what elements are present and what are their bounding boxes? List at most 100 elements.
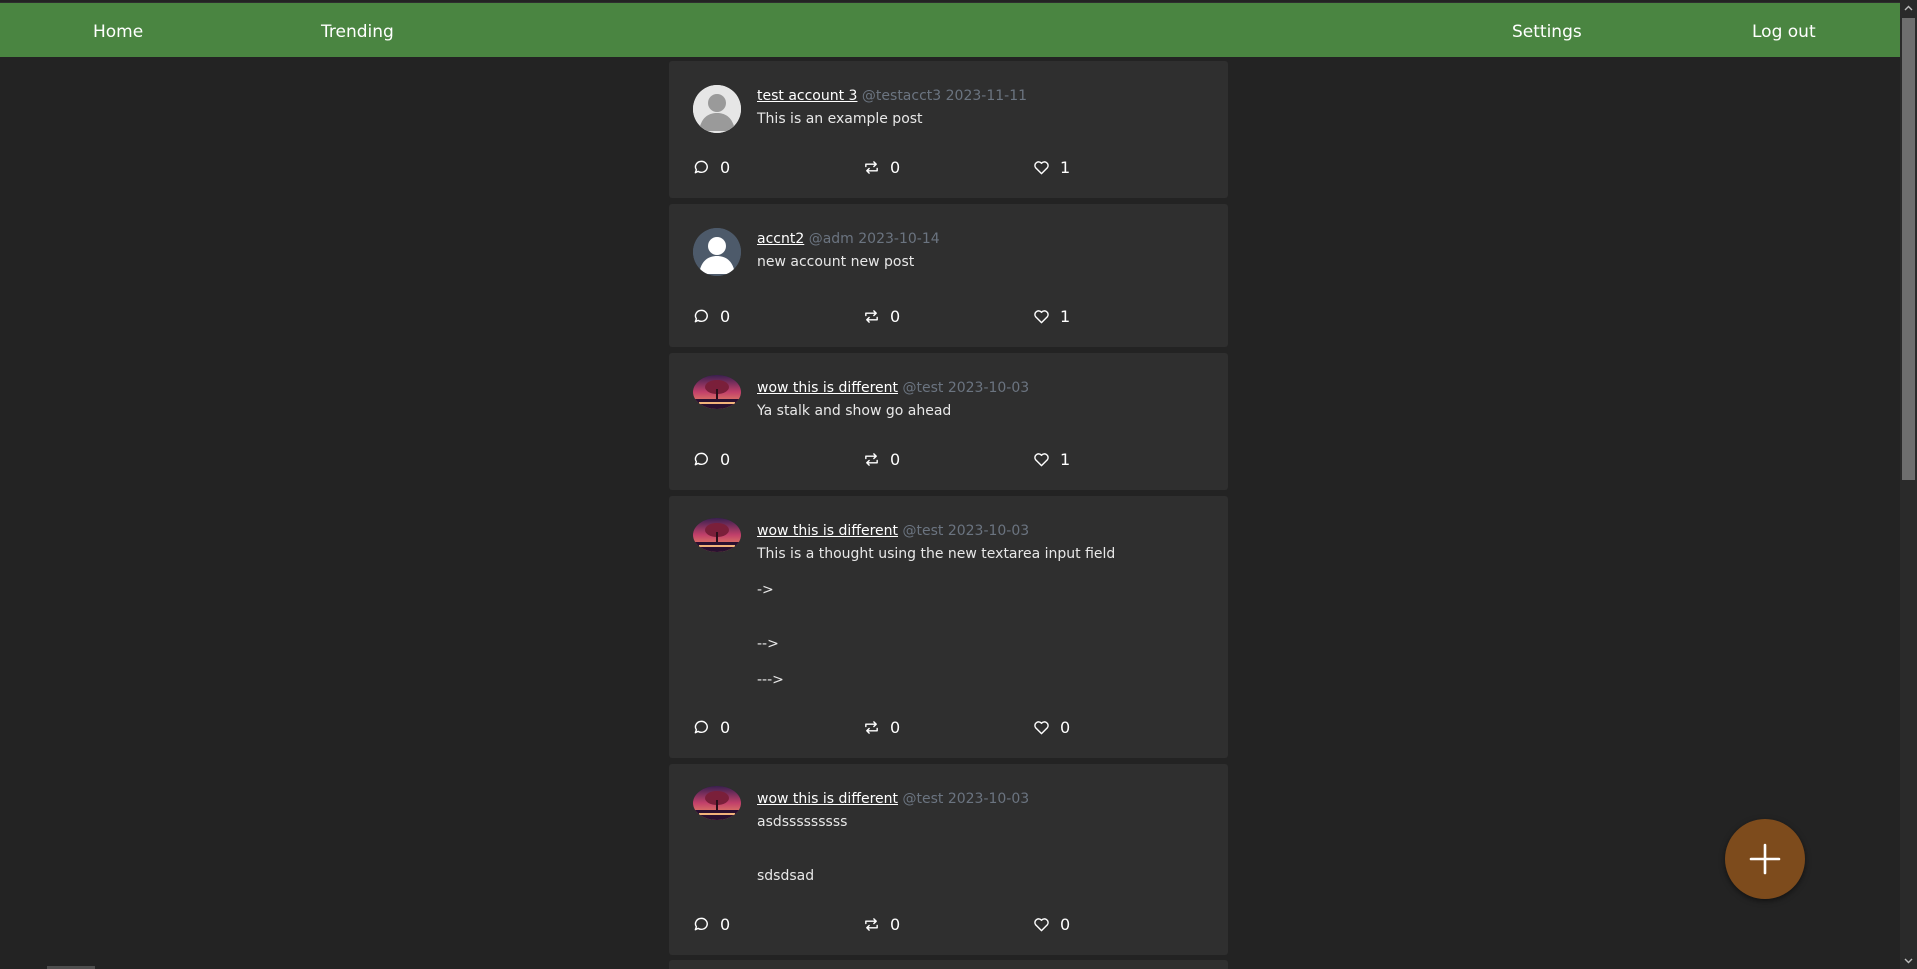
post-header: wow this is different @test 2023-10-03: [757, 522, 1029, 540]
post-date: 2023-10-03: [947, 791, 1030, 807]
post-handle: @test: [902, 791, 944, 807]
repost-icon: [865, 917, 878, 931]
post-header: accnt2 @adm 2023-10-14: [757, 230, 940, 248]
like-count: 1: [1060, 449, 1071, 469]
scroll-up-arrow-icon[interactable]: [1904, 4, 1913, 13]
repost-icon: [865, 452, 878, 466]
comment-count: 0: [720, 914, 731, 934]
scroll-down-arrow-icon[interactable]: [1904, 956, 1913, 965]
post-header: wow this is different @test 2023-10-03: [757, 790, 1029, 808]
post-card: accnt2 @adm 2023-10-14 new account new p…: [669, 204, 1228, 347]
repost-count: 0: [890, 157, 901, 177]
post-actions: 0 0 0: [693, 716, 1213, 738]
like-button[interactable]: 1: [1033, 448, 1070, 470]
comment-icon: [694, 720, 708, 733]
user-avatar[interactable]: [693, 786, 741, 820]
sunset-tree-avatar-image: [693, 375, 741, 409]
repost-count: 0: [890, 914, 901, 934]
comment-icon: [694, 160, 708, 173]
like-button[interactable]: 1: [1033, 305, 1070, 327]
nav-home-link[interactable]: Home: [93, 22, 143, 42]
next-post-card-edge: [669, 960, 1228, 969]
repost-button[interactable]: 0: [863, 716, 900, 738]
post-actions: 0 0 1: [693, 156, 1213, 178]
like-button[interactable]: 0: [1033, 913, 1070, 935]
post-header: wow this is different @test 2023-10-03: [757, 379, 1029, 397]
post-body: This is a thought using the new textarea…: [757, 546, 1116, 688]
user-avatar[interactable]: [693, 375, 741, 409]
repost-icon: [865, 309, 878, 323]
comment-button[interactable]: 0: [693, 156, 730, 178]
default-user-icon: [693, 85, 741, 133]
scrollbar-thumb[interactable]: [1902, 18, 1915, 480]
post-card: test account 3 @testacct3 2023-11-11 Thi…: [669, 61, 1228, 198]
like-count: 0: [1060, 914, 1071, 934]
post-body: new account new post: [757, 254, 915, 270]
comment-count: 0: [720, 157, 731, 177]
post-author-link[interactable]: wow this is different: [757, 523, 898, 539]
heart-icon: [1034, 917, 1049, 931]
comment-button[interactable]: 0: [693, 716, 730, 738]
new-post-button[interactable]: [1725, 819, 1805, 899]
post-body: asdsssssssss sdsdsad: [757, 814, 848, 884]
sunset-tree-avatar-image: [693, 786, 741, 820]
repost-icon: [865, 720, 878, 734]
repost-count: 0: [890, 449, 901, 469]
post-date: 2023-10-03: [947, 523, 1030, 539]
post-actions: 0 0 0: [693, 913, 1213, 935]
default-user-icon: [693, 228, 741, 276]
like-count: 1: [1060, 157, 1071, 177]
comment-icon: [694, 309, 708, 322]
heart-icon: [1034, 309, 1049, 323]
post-handle: @testacct3: [861, 88, 942, 104]
repost-button[interactable]: 0: [863, 448, 900, 470]
comment-button[interactable]: 0: [693, 305, 730, 327]
post-author-link[interactable]: wow this is different: [757, 380, 898, 396]
user-avatar[interactable]: [693, 85, 741, 133]
post-feed: test account 3 @testacct3 2023-11-11 Thi…: [669, 61, 1228, 961]
repost-button[interactable]: 0: [863, 156, 900, 178]
heart-icon: [1034, 452, 1049, 466]
post-handle: @adm: [808, 231, 854, 247]
comment-button[interactable]: 0: [693, 913, 730, 935]
nav-trending-link[interactable]: Trending: [321, 22, 394, 42]
post-body: This is an example post: [757, 111, 923, 127]
post-author-link[interactable]: wow this is different: [757, 791, 898, 807]
user-avatar[interactable]: [693, 228, 741, 276]
repost-icon: [865, 160, 878, 174]
post-author-link[interactable]: accnt2: [757, 231, 804, 247]
post-card: wow this is different @test 2023-10-03 a…: [669, 764, 1228, 955]
like-button[interactable]: 1: [1033, 156, 1070, 178]
like-button[interactable]: 0: [1033, 716, 1070, 738]
post-actions: 0 0 1: [693, 448, 1213, 470]
like-count: 0: [1060, 717, 1071, 737]
sunset-tree-avatar-image: [693, 518, 741, 552]
post-handle: @test: [902, 380, 944, 396]
comment-icon: [694, 452, 708, 465]
post-actions: 0 0 1: [693, 305, 1213, 327]
top-nav-bar: Home Trending Settings Log out: [0, 2, 1900, 57]
vertical-scrollbar[interactable]: [1900, 0, 1917, 969]
comment-icon: [694, 917, 708, 930]
heart-icon: [1034, 160, 1049, 174]
post-date: 2023-10-03: [947, 380, 1030, 396]
post-card: wow this is different @test 2023-10-03 T…: [669, 496, 1228, 758]
like-count: 1: [1060, 306, 1071, 326]
post-date: 2023-11-11: [945, 88, 1028, 104]
post-date: 2023-10-14: [858, 231, 940, 247]
post-header: test account 3 @testacct3 2023-11-11: [757, 87, 1027, 105]
post-body: Ya stalk and show go ahead: [757, 403, 952, 419]
nav-settings-link[interactable]: Settings: [1512, 22, 1582, 42]
post-card: wow this is different @test 2023-10-03 Y…: [669, 353, 1228, 490]
plus-icon: [1749, 843, 1781, 875]
comment-count: 0: [720, 306, 731, 326]
user-avatar[interactable]: [693, 518, 741, 552]
repost-button[interactable]: 0: [863, 305, 900, 327]
heart-icon: [1034, 720, 1049, 734]
nav-logout-link[interactable]: Log out: [1752, 22, 1816, 42]
repost-button[interactable]: 0: [863, 913, 900, 935]
comment-button[interactable]: 0: [693, 448, 730, 470]
post-author-link[interactable]: test account 3: [757, 88, 857, 104]
post-handle: @test: [902, 523, 944, 539]
repost-count: 0: [890, 306, 901, 326]
